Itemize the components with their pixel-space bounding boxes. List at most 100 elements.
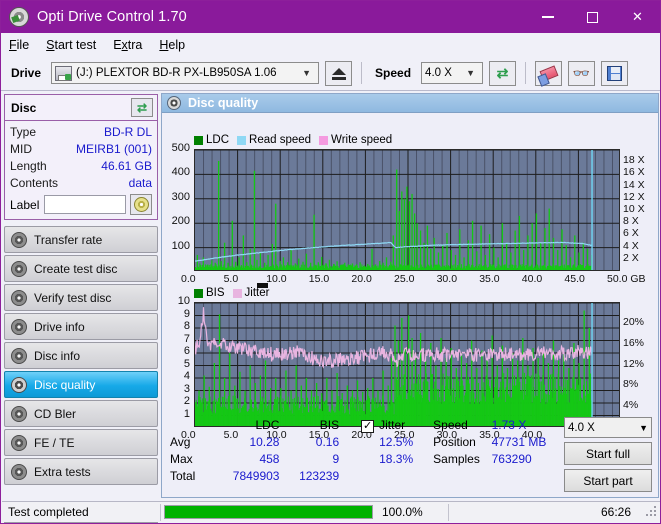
ldc-plot-area[interactable]: [194, 149, 620, 271]
disc-icon: [167, 96, 181, 110]
title-bar: Opti Drive Control 1.70 ✕: [1, 1, 660, 33]
start-full-label: Start full: [585, 446, 630, 461]
x-axis-tick: 5.0: [223, 273, 239, 285]
max-ldc-value: 458: [259, 452, 280, 466]
erase-button[interactable]: [535, 60, 563, 86]
y2-axis-tick: 16%: [623, 336, 645, 349]
position-stat-label: Position: [433, 435, 476, 449]
menu-start-test[interactable]: Start test: [46, 38, 96, 52]
column-header-ldc: LDC: [255, 418, 280, 432]
menu-extra[interactable]: Extra: [113, 38, 142, 52]
sidebar-item-verify-test-disc[interactable]: Verify test disc: [4, 284, 158, 311]
row-label-total: Total: [170, 469, 196, 483]
window-controls: ✕: [525, 1, 660, 33]
disc-row-length-value: 46.61 GB: [101, 159, 152, 173]
disc-group-title: Disc: [11, 100, 37, 115]
transfer-stats-table: Speed 1.73 X Position 47731 MB Samples 7…: [433, 417, 560, 468]
speed-label: Speed: [375, 66, 412, 80]
disc-icon: [11, 376, 27, 393]
jitter-header-row: ✓ Jitter: [361, 417, 413, 434]
sidebar-item-label: FE / TE: [34, 435, 75, 450]
status-bar: Test completed 100.0% 66:26: [2, 501, 660, 522]
disc-row-type: Type BD-R DL: [10, 124, 152, 140]
sidebar-item-extra-tests[interactable]: Extra tests: [4, 458, 158, 485]
save-icon: [607, 65, 623, 81]
disc-row-type-key: Type: [10, 125, 37, 139]
legend-label: Jitter: [244, 287, 270, 299]
jitter-checkbox[interactable]: ✓: [361, 420, 375, 433]
table-row: Samples 763290: [433, 451, 560, 468]
table-row: 18.3%: [361, 451, 413, 468]
total-bis-value: 123239: [299, 469, 340, 483]
max-bis-value: 9: [332, 452, 340, 466]
toolbar-divider-2: [525, 62, 527, 84]
disc-row-mid-value: MEIRB1 (001): [75, 142, 152, 156]
drive-icon: [55, 65, 73, 81]
sidebar-item-disc-quality[interactable]: Disc quality: [4, 371, 158, 398]
menu-file[interactable]: File: [9, 38, 29, 52]
sidebar-item-create-test-disc[interactable]: Create test disc: [4, 255, 158, 282]
menu-help[interactable]: Help: [159, 38, 185, 52]
sidebar-item-disc-info[interactable]: Disc info: [4, 342, 158, 369]
disc-refresh-button[interactable]: ⇄: [131, 98, 153, 117]
close-icon[interactable]: ✕: [615, 1, 660, 33]
bis-plot-svg: [195, 303, 619, 426]
save-button[interactable]: [601, 60, 629, 86]
speed-select[interactable]: 4.0 X ▼: [421, 62, 484, 84]
y2-axis-tick: 20%: [623, 315, 645, 328]
y-axis-tick: 5: [183, 357, 190, 370]
error-stats-table: LDC BIS Avg 10.28 0.16 Max 458 9 Total 7…: [170, 417, 339, 485]
y-axis-tick: 200: [171, 215, 190, 228]
resize-grip-icon[interactable]: [645, 505, 659, 519]
disc-label-input[interactable]: [44, 195, 126, 214]
sidebar-item-label: Create test disc: [34, 261, 118, 276]
table-row: 12.5%: [361, 434, 413, 451]
app-icon: [9, 7, 29, 27]
avg-ldc-value: 10.28: [249, 435, 280, 449]
disc-row-contents-key: Contents: [10, 176, 59, 190]
bis-plot-area[interactable]: [194, 302, 620, 427]
position-stat-value: 47731 MB: [491, 435, 547, 449]
legend-swatch: [237, 135, 247, 145]
disc-icon: [11, 347, 27, 364]
legend-swatch: [194, 288, 203, 298]
disc-icon: [11, 405, 27, 422]
disc-info-group: Disc ⇄ Type BD-R DL MID MEIRB1 (001) Len…: [4, 94, 158, 220]
start-full-button[interactable]: Start full: [564, 442, 652, 465]
drive-select[interactable]: (J:) PLEXTOR BD-R PX-LB950SA 1.06 ▼: [51, 62, 320, 84]
scan-button[interactable]: 👓: [568, 60, 596, 86]
sidebar-item-transfer-rate[interactable]: Transfer rate: [4, 226, 158, 253]
sidebar-item-cd-bler[interactable]: CD Bler: [4, 400, 158, 427]
y-axis-tick: 100: [171, 239, 190, 252]
menu-extra-rest: tra: [127, 37, 143, 52]
refresh-icon: ⇄: [136, 100, 148, 115]
speed-select-value: 4.0 X: [425, 67, 452, 79]
menu-file-rest: ile: [16, 37, 30, 52]
sidebar-item-label: CD Bler: [34, 406, 77, 421]
y-axis-tick: 4: [183, 370, 190, 382]
eject-button[interactable]: [325, 60, 353, 86]
start-part-button[interactable]: Start part: [564, 469, 652, 492]
legend-swatch: [194, 135, 203, 145]
maximize-button[interactable]: [570, 1, 615, 33]
speed-stat-value: 1.73 X: [491, 418, 527, 432]
refresh-button[interactable]: ⇄: [489, 60, 517, 86]
column-header-bis: BIS: [319, 418, 340, 432]
minimize-button[interactable]: [525, 1, 570, 33]
test-speed-select[interactable]: 4.0 X ▼: [564, 417, 652, 438]
legend-item: LDC: [194, 134, 229, 146]
disc-label-button[interactable]: [130, 194, 152, 215]
legend-swatch: [232, 288, 242, 298]
eraser-icon: [539, 64, 559, 82]
y2-axis-tick: 8%: [623, 378, 639, 391]
jitter-stats-table: ✓ Jitter 12.5% 18.3%: [361, 417, 413, 468]
sidebar-item-fe-te[interactable]: FE / TE: [4, 429, 158, 456]
disc-row-length: Length 46.61 GB: [10, 158, 152, 174]
y2-axis-tick: 4%: [623, 399, 639, 412]
x-axis-tick: 45.0: [564, 273, 585, 285]
right-pane: Disc quality LDC Read speed Write speed 10…: [160, 92, 660, 502]
sidebar-item-drive-info[interactable]: Drive info: [4, 313, 158, 340]
samples-stat-value: 763290: [491, 452, 532, 466]
test-speed-value: 4.0 X: [568, 421, 595, 434]
legend-label: BIS: [206, 287, 225, 299]
